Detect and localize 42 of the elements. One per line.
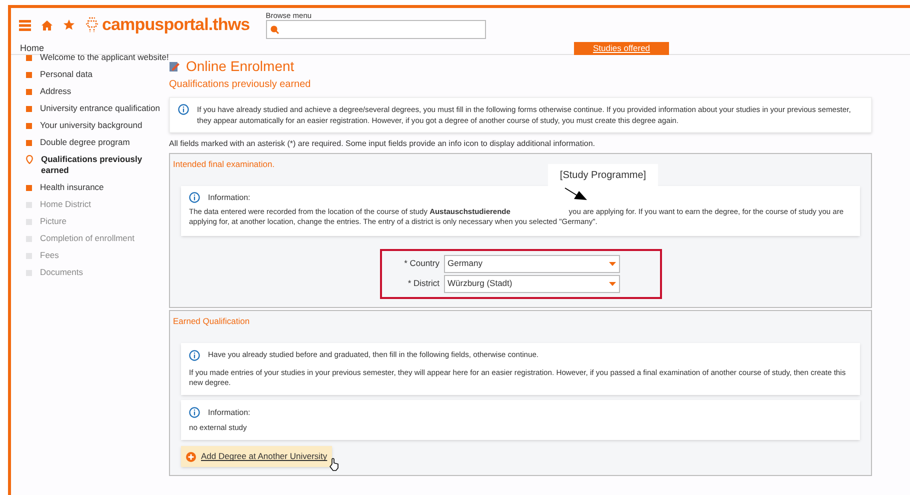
info-title: Information: [208, 406, 250, 419]
sidebar-item[interactable]: Home District [40, 199, 92, 210]
required-note: All fields marked with an asterisk (*) are required. Some input fields provide an info icon to display additional information. [169, 138, 596, 150]
sidebar-item[interactable]: University entrance qualification [40, 103, 160, 114]
sidebar-item[interactable]: Health insurance [40, 182, 104, 193]
annotation-arrow [564, 187, 588, 201]
info-icon [189, 192, 200, 204]
info-icon [189, 407, 200, 418]
sidebar-item[interactable]: Fees [40, 250, 59, 261]
info-icon [189, 350, 200, 361]
sidebar-item[interactable]: Welcome to the applicant website! [40, 52, 169, 63]
sidebar-item[interactable]: Double degree program [40, 137, 130, 148]
home-icon[interactable] [41, 20, 53, 30]
info-icon [178, 104, 189, 115]
sidebar-item[interactable]: Personal data [40, 69, 92, 80]
panel-title: Earned Qualification [172, 315, 251, 328]
caret-icon [608, 282, 616, 286]
plus-circle-icon [186, 452, 196, 462]
field-label: * District [406, 277, 440, 290]
page-subtitle: Qualifications previously earned [169, 78, 312, 92]
panel-title: Intended final examination. [172, 158, 276, 171]
add-degree-button[interactable]: Add Degree at Another University [181, 446, 332, 468]
sidebar-item[interactable]: Picture [40, 216, 66, 227]
search-field[interactable] [266, 20, 486, 39]
caret-icon [608, 262, 616, 266]
sidebar-item[interactable]: Qualifications previously earned [41, 154, 169, 176]
logo-icon [85, 16, 99, 34]
hand-cursor-icon [329, 458, 340, 472]
sidebar-item[interactable]: Address [40, 86, 72, 97]
select-field[interactable]: Würzburg (Stadt) [444, 274, 620, 293]
annotation-text: [Study Programme] [560, 168, 646, 182]
select-field[interactable]: Germany [444, 254, 620, 273]
search-icon [270, 25, 279, 34]
sidebar-item[interactable]: Your university background [40, 120, 142, 131]
star-icon[interactable] [63, 19, 75, 31]
info-title: Information: [208, 192, 250, 204]
field-label: * Country [403, 257, 440, 270]
sidebar-item[interactable]: Documents [40, 267, 83, 278]
edit-form-icon [169, 60, 180, 72]
page-title: Online Enrolment [186, 58, 294, 74]
home-link[interactable]: Home [20, 42, 44, 54]
menu-icon[interactable] [19, 20, 31, 30]
